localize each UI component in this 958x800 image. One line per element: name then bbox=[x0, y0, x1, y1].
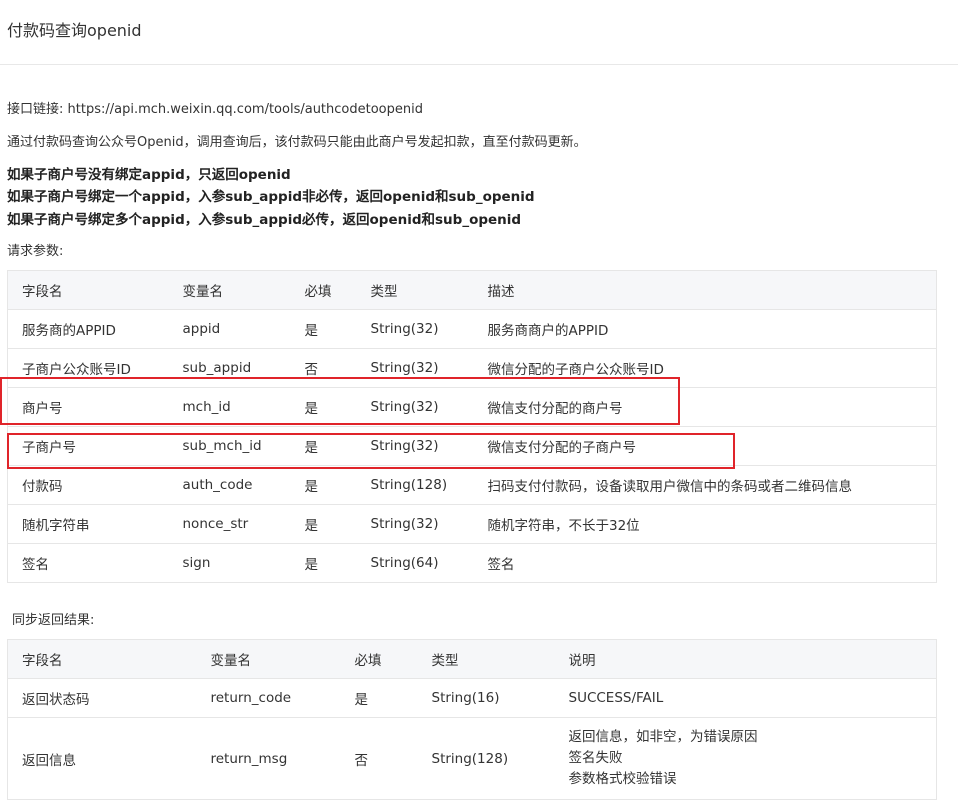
table-row: 商户号 mch_id 是 String(32) 微信支付分配的商户号 bbox=[7, 387, 937, 427]
cell-type: String(16) bbox=[417, 678, 555, 718]
cell-type: String(64) bbox=[356, 543, 474, 583]
cell-var: sign bbox=[168, 543, 291, 583]
cell-type: String(32) bbox=[356, 504, 474, 544]
response-table: 字段名 变量名 必填 类型 说明 返回状态码 return_code 是 Str… bbox=[7, 639, 937, 800]
table-header-row: 字段名 变量名 必填 类型 说明 bbox=[7, 639, 937, 679]
cell-required: 是 bbox=[290, 543, 357, 583]
cell-desc: 微信分配的子商户公众账号ID bbox=[473, 348, 937, 388]
header-cell: 字段名 bbox=[7, 639, 197, 679]
cell-desc: 签名 bbox=[473, 543, 937, 583]
header-cell: 字段名 bbox=[7, 270, 169, 310]
api-link: 接口链接: https://api.mch.weixin.qq.com/tool… bbox=[7, 102, 423, 117]
cell-field: 服务商的APPID bbox=[7, 309, 169, 349]
table-header-row: 字段名 变量名 必填 类型 描述 bbox=[7, 270, 937, 310]
desc-line: 返回信息，如非空，为错误原因 bbox=[568, 729, 758, 745]
table-row: 签名 sign 是 String(64) 签名 bbox=[7, 543, 937, 583]
table-row: 返回状态码 return_code 是 String(16) SUCCESS/F… bbox=[7, 678, 937, 718]
cell-var: nonce_str bbox=[168, 504, 291, 544]
cell-var: auth_code bbox=[168, 465, 291, 505]
note-3: 如果子商户号绑定多个appid，入参sub_appid必传，返回openid和s… bbox=[7, 212, 522, 228]
cell-desc: 微信支付分配的商户号 bbox=[473, 387, 937, 427]
header-cell: 类型 bbox=[417, 639, 555, 679]
cell-field: 子商户号 bbox=[7, 426, 169, 466]
cell-required: 是 bbox=[290, 387, 357, 427]
cell-required: 否 bbox=[340, 717, 418, 800]
cell-field: 商户号 bbox=[7, 387, 169, 427]
cell-desc: SUCCESS/FAIL bbox=[554, 678, 937, 718]
cell-type: String(128) bbox=[417, 717, 555, 800]
request-params-table: 字段名 变量名 必填 类型 描述 服务商的APPID appid 是 Strin… bbox=[7, 270, 937, 583]
cell-required: 是 bbox=[290, 309, 357, 349]
header-cell: 必填 bbox=[290, 270, 357, 310]
description: 通过付款码查询公众号Openid，调用查询后，该付款码只能由此商户号发起扣款，直… bbox=[7, 135, 587, 150]
note-1: 如果子商户号没有绑定appid，只返回openid bbox=[7, 167, 291, 183]
header-cell: 说明 bbox=[554, 639, 937, 679]
header-cell: 描述 bbox=[473, 270, 937, 310]
cell-required: 是 bbox=[290, 426, 357, 466]
cell-type: String(32) bbox=[356, 387, 474, 427]
cell-field: 返回状态码 bbox=[7, 678, 197, 718]
header-cell: 类型 bbox=[356, 270, 474, 310]
table-row: 返回信息 return_msg 否 String(128) 返回信息，如非空，为… bbox=[7, 717, 937, 800]
cell-var: return_msg bbox=[196, 717, 341, 800]
cell-desc: 返回信息，如非空，为错误原因 签名失败 参数格式校验错误 bbox=[554, 717, 937, 800]
table-row: 子商户公众账号ID sub_appid 否 String(32) 微信分配的子商… bbox=[7, 348, 937, 388]
cell-type: String(32) bbox=[356, 309, 474, 349]
cell-desc: 服务商商户的APPID bbox=[473, 309, 937, 349]
desc-line: 签名失败 bbox=[568, 750, 623, 766]
cell-var: appid bbox=[168, 309, 291, 349]
table-row: 服务商的APPID appid 是 String(32) 服务商商户的APPID bbox=[7, 309, 937, 349]
cell-required: 是 bbox=[290, 465, 357, 505]
response-heading: 同步返回结果: bbox=[12, 613, 95, 628]
cell-required: 否 bbox=[290, 348, 357, 388]
table-row: 随机字符串 nonce_str 是 String(32) 随机字符串，不长于32… bbox=[7, 504, 937, 544]
request-heading: 请求参数: bbox=[7, 244, 64, 259]
table-row: 子商户号 sub_mch_id 是 String(32) 微信支付分配的子商户号 bbox=[7, 426, 937, 466]
cell-desc: 微信支付分配的子商户号 bbox=[473, 426, 937, 466]
cell-type: String(128) bbox=[356, 465, 474, 505]
cell-var: sub_mch_id bbox=[168, 426, 291, 466]
cell-type: String(32) bbox=[356, 348, 474, 388]
cell-var: mch_id bbox=[168, 387, 291, 427]
cell-field: 随机字符串 bbox=[7, 504, 169, 544]
header-cell: 变量名 bbox=[168, 270, 291, 310]
page-title: 付款码查询openid bbox=[7, 21, 142, 40]
cell-desc: 随机字符串，不长于32位 bbox=[473, 504, 937, 544]
cell-field: 签名 bbox=[7, 543, 169, 583]
header-cell: 必填 bbox=[340, 639, 418, 679]
cell-var: sub_appid bbox=[168, 348, 291, 388]
note-2: 如果子商户号绑定一个appid，入参sub_appid非必传，返回openid和… bbox=[7, 189, 535, 205]
cell-required: 是 bbox=[290, 504, 357, 544]
cell-field: 返回信息 bbox=[7, 717, 197, 800]
page-header: 付款码查询openid bbox=[0, 0, 958, 65]
cell-desc: 扫码支付付款码，设备读取用户微信中的条码或者二维码信息 bbox=[473, 465, 937, 505]
desc-line: 参数格式校验错误 bbox=[568, 771, 677, 787]
cell-field: 子商户公众账号ID bbox=[7, 348, 169, 388]
cell-var: return_code bbox=[196, 678, 341, 718]
cell-field: 付款码 bbox=[7, 465, 169, 505]
header-cell: 变量名 bbox=[196, 639, 341, 679]
table-row: 付款码 auth_code 是 String(128) 扫码支付付款码，设备读取… bbox=[7, 465, 937, 505]
cell-required: 是 bbox=[340, 678, 418, 718]
cell-type: String(32) bbox=[356, 426, 474, 466]
